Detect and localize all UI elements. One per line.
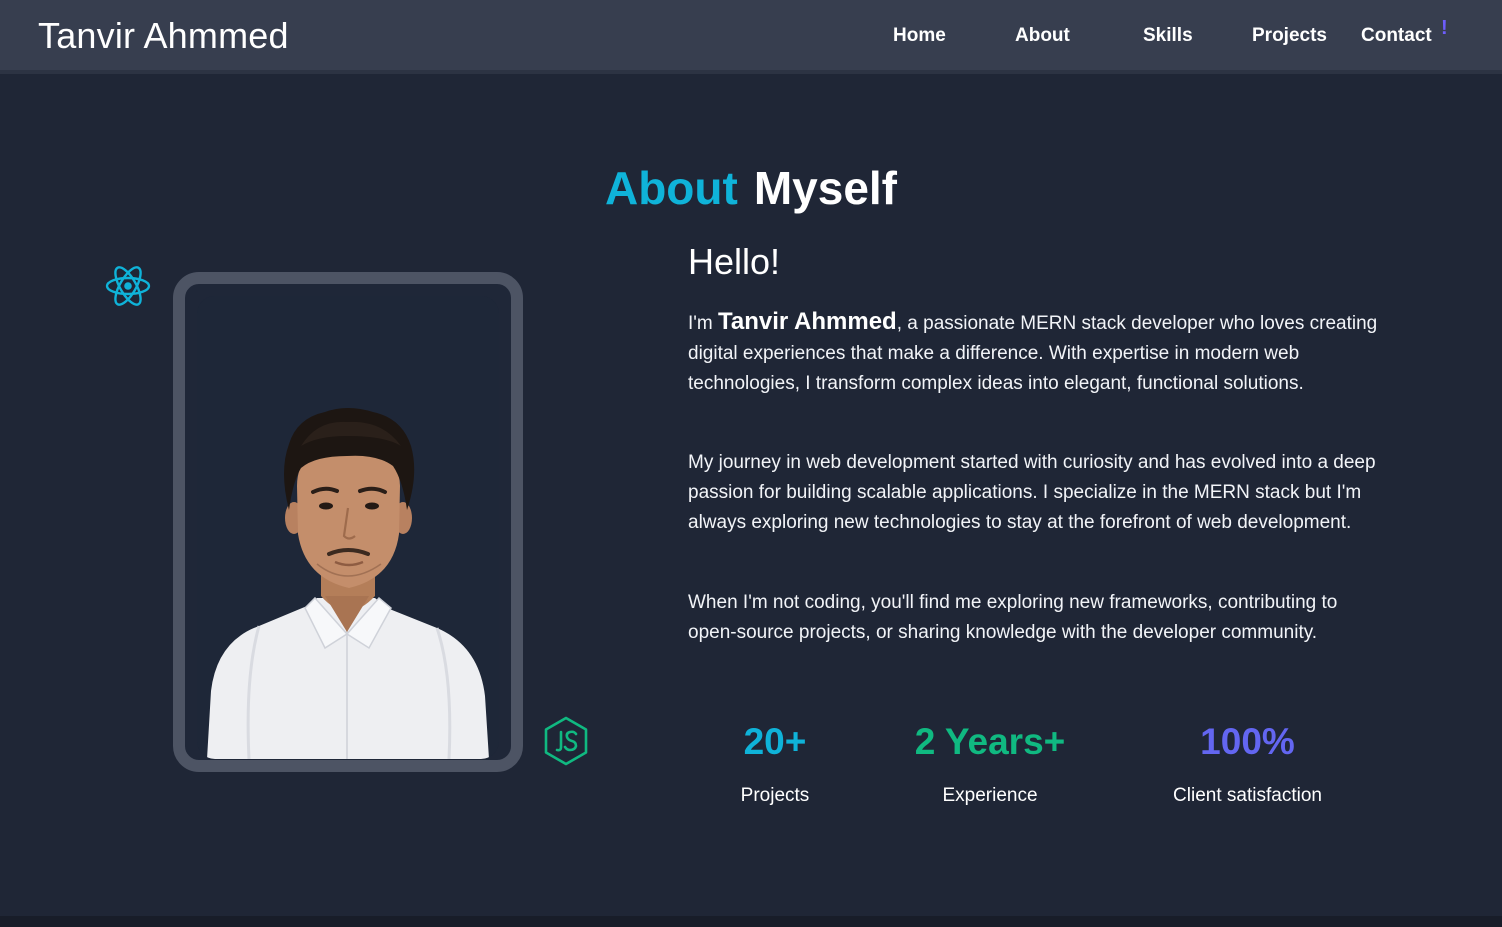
navbar: Tanvir Ahmmed Home About Skills Projects… xyxy=(0,0,1502,70)
nav-link-projects[interactable]: Projects xyxy=(1252,24,1327,48)
stat-value: 2 Years+ xyxy=(914,721,1066,762)
stat-label: Projects xyxy=(740,785,810,806)
nav-link-about[interactable]: About xyxy=(1015,24,1070,48)
stat-value: 100% xyxy=(1200,721,1295,762)
footer-edge xyxy=(0,916,1502,927)
stat-label: Experience xyxy=(942,785,1038,806)
stat-client-satisfaction: 100% Client satisfaction xyxy=(1150,720,1345,808)
brand-name[interactable]: Tanvir Ahmmed xyxy=(38,14,289,58)
nav-link-home[interactable]: Home xyxy=(893,24,946,48)
intro-prefix: I'm xyxy=(688,313,719,334)
stat-experience: 2 Years+ Experience xyxy=(900,720,1080,808)
profile-photo-frame xyxy=(173,272,523,772)
section-title-accent: About xyxy=(604,162,738,214)
intro-name: Tanvir Ahmmed xyxy=(718,308,897,335)
contact-badge: ! xyxy=(1441,17,1448,39)
nav-link-contact[interactable]: Contact xyxy=(1361,24,1432,48)
nav-link-skills[interactable]: Skills xyxy=(1143,24,1193,48)
section-title-rest: Myself xyxy=(753,162,897,214)
stat-value: 20+ xyxy=(743,721,807,762)
profile-photo xyxy=(197,296,499,759)
intro-paragraph: I'm Tanvir Ahmmed, a passionate MERN sta… xyxy=(688,307,1378,399)
stat-label: Client satisfaction xyxy=(1173,785,1322,806)
hobbies-paragraph: When I'm not coding, you'll find me expl… xyxy=(688,592,1338,643)
journey-paragraph: My journey in web development started wi… xyxy=(688,452,1376,533)
greeting-heading: Hello! xyxy=(688,241,781,282)
stat-projects: 20+ Projects xyxy=(715,720,835,808)
section-title: About Myself xyxy=(0,160,1502,216)
react-icon xyxy=(104,262,152,310)
nodejs-icon xyxy=(543,716,589,766)
